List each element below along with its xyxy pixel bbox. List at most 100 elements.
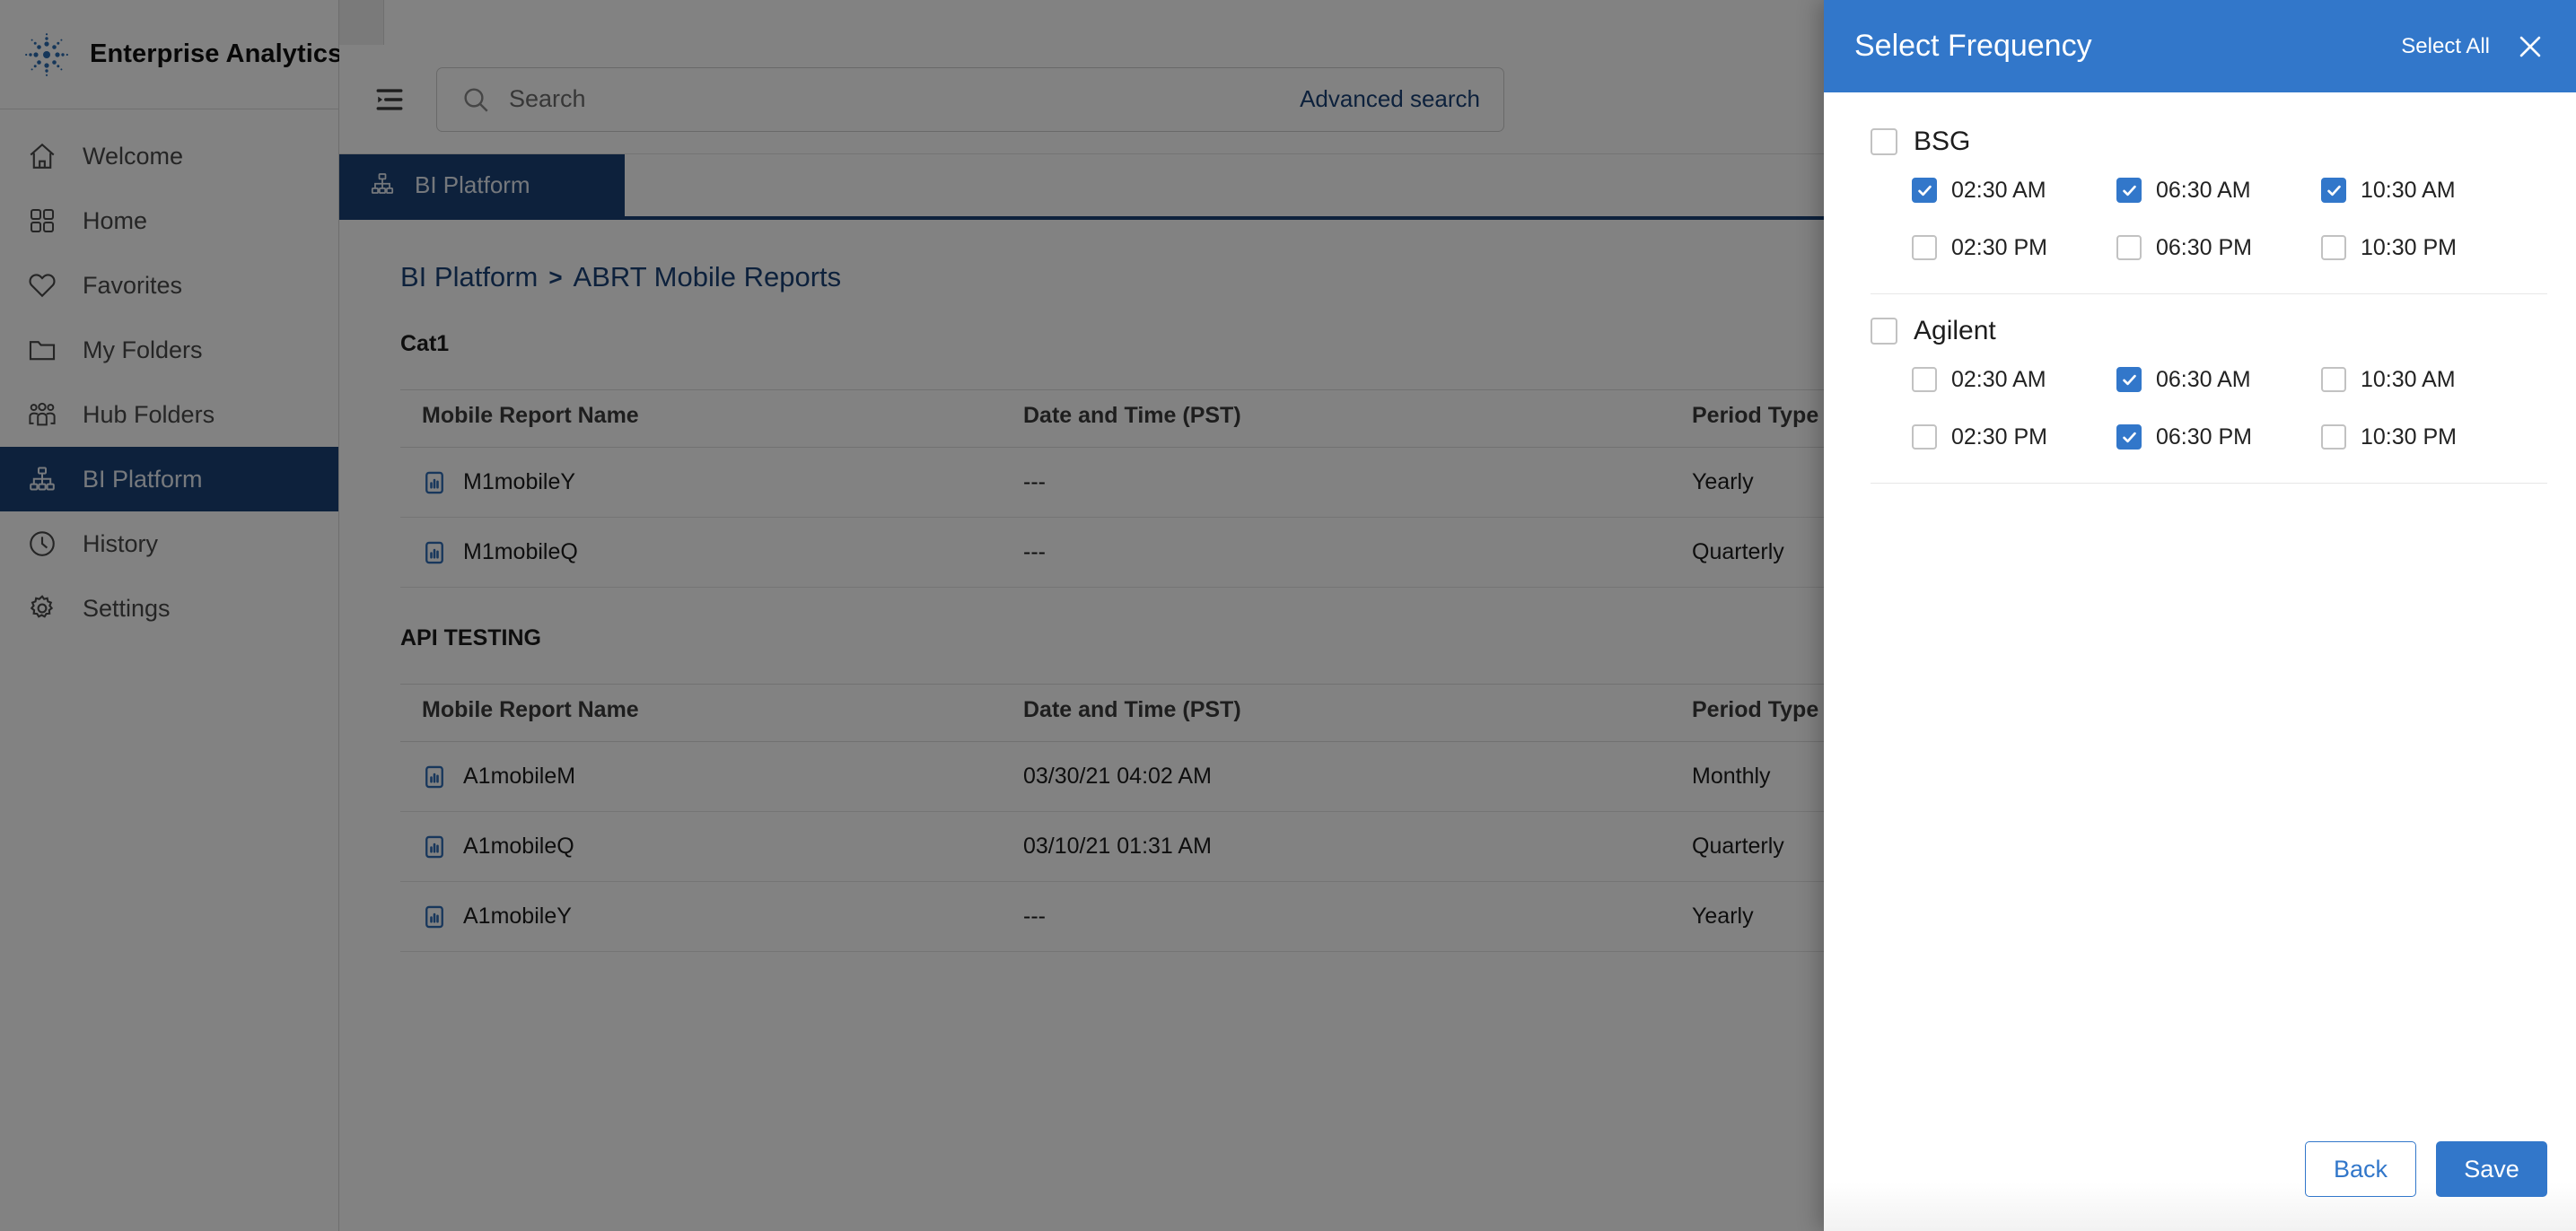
time-checkbox[interactable] [1912, 235, 1937, 260]
mobile-report-icon [422, 470, 447, 495]
search-bar[interactable]: Advanced search [436, 66, 1504, 132]
sidebar-item-my-folders[interactable]: My Folders [0, 318, 338, 382]
time-grid: 02:30 AM 06:30 AM 10:30 AM 02:30 PM 06:3… [1853, 355, 2547, 461]
tab-bi-platform[interactable]: BI Platform [339, 154, 625, 216]
time-option[interactable]: 02:30 AM [1912, 166, 2116, 214]
folder-icon [23, 331, 61, 369]
cell-datetime: --- [1002, 447, 1670, 518]
breadcrumb-item-root[interactable]: BI Platform [400, 261, 538, 293]
gear-icon [23, 589, 61, 627]
report-name-label: A1mobileM [463, 764, 576, 789]
time-checkbox[interactable] [2321, 424, 2346, 450]
time-label: 06:30 AM [2156, 366, 2251, 392]
time-checkbox[interactable] [2321, 178, 2346, 203]
cell-report-name: A1mobileM [400, 741, 1002, 812]
column-header-date: Date and Time (PST) [1002, 389, 1670, 448]
advanced-search-link[interactable]: Advanced search [1291, 85, 1480, 113]
sidebar-item-welcome[interactable]: Welcome [0, 124, 338, 188]
asterisk-starburst-logo-icon [23, 31, 70, 78]
brand-header: Enterprise Analytics [0, 0, 342, 109]
people-group-icon [23, 396, 61, 433]
cell-report-name: A1mobileY [400, 881, 1002, 952]
sidebar-item-home[interactable]: Home [0, 188, 338, 253]
cell-report-name: A1mobileQ [400, 811, 1002, 882]
time-checkbox[interactable] [2116, 424, 2142, 450]
time-option[interactable]: 02:30 PM [1912, 223, 2116, 272]
sidebar-nav: Welcome Home Favorites My Folders Hub Fo… [0, 109, 338, 641]
group-divider [1871, 483, 2547, 484]
cell-datetime: --- [1002, 517, 1670, 588]
report-name-label: A1mobileY [463, 904, 572, 929]
sidebar-item-label: My Folders [83, 336, 203, 363]
time-option[interactable]: 02:30 PM [1912, 413, 2116, 461]
sidebar-item-label: Hub Folders [83, 400, 215, 428]
time-checkbox[interactable] [1912, 178, 1937, 203]
list-indent-icon[interactable] [370, 80, 409, 119]
save-button[interactable]: Save [2436, 1141, 2547, 1197]
select-frequency-panel: Select Frequency Select All BSG 02:30 AM… [1824, 0, 2576, 1231]
time-label: 02:30 PM [1951, 423, 2048, 450]
search-icon [460, 84, 491, 115]
back-button[interactable]: Back [2305, 1141, 2416, 1197]
modal-body: BSG 02:30 AM 06:30 AM 10:30 AM 02:30 PM … [1824, 92, 2576, 1123]
sidebar-item-label: Settings [83, 594, 171, 622]
group-name-label: Agilent [1914, 316, 1996, 345]
modal-title: Select Frequency [1854, 29, 2092, 63]
close-icon[interactable] [2510, 26, 2551, 67]
time-option[interactable]: 10:30 AM [2321, 166, 2526, 214]
time-checkbox[interactable] [2321, 367, 2346, 392]
cell-datetime: 03/10/21 01:31 AM [1002, 811, 1670, 882]
column-header-date: Date and Time (PST) [1002, 684, 1670, 742]
cell-datetime: --- [1002, 881, 1670, 952]
time-option[interactable]: 10:30 PM [2321, 223, 2526, 272]
sidebar-item-favorites[interactable]: Favorites [0, 253, 338, 318]
time-checkbox[interactable] [1912, 424, 1937, 450]
group-header[interactable]: BSG [1853, 123, 2547, 166]
time-checkbox[interactable] [1912, 367, 1937, 392]
column-header-name: Mobile Report Name [400, 389, 1002, 448]
column-header-name: Mobile Report Name [400, 684, 1002, 742]
sidebar-item-label: Welcome [83, 142, 184, 170]
breadcrumb-item-current[interactable]: ABRT Mobile Reports [574, 261, 842, 293]
select-all-link[interactable]: Select All [2401, 34, 2490, 59]
time-checkbox[interactable] [2321, 235, 2346, 260]
application-window: Enterprise Analytics Welcome Home Favori… [0, 0, 2576, 1231]
group-header[interactable]: Agilent [1853, 312, 2547, 355]
sidebar-item-label: BI Platform [83, 465, 203, 493]
time-grid: 02:30 AM 06:30 AM 10:30 AM 02:30 PM 06:3… [1853, 166, 2547, 272]
report-name-label: M1mobileQ [463, 539, 578, 564]
report-name-label: A1mobileQ [463, 834, 574, 859]
brand-title: Enterprise Analytics [90, 39, 343, 68]
group-name-label: BSG [1914, 127, 1971, 156]
sidebar-item-history[interactable]: History [0, 511, 338, 576]
time-option[interactable]: 02:30 AM [1912, 355, 2116, 404]
time-label: 10:30 AM [2361, 366, 2456, 392]
sidebar-item-hub-folders[interactable]: Hub Folders [0, 382, 338, 447]
time-checkbox[interactable] [2116, 367, 2142, 392]
mobile-report-icon [422, 834, 447, 860]
content-left-gutter [339, 0, 384, 45]
time-label: 10:30 PM [2361, 423, 2458, 450]
search-input[interactable] [509, 85, 1274, 113]
sidebar-item-settings[interactable]: Settings [0, 576, 338, 641]
time-option[interactable]: 10:30 PM [2321, 413, 2526, 461]
sidebar-item-label: Home [83, 206, 148, 234]
time-checkbox[interactable] [2116, 178, 2142, 203]
grid-squares-icon [23, 202, 61, 240]
time-checkbox[interactable] [2116, 235, 2142, 260]
modal-header: Select Frequency Select All [1824, 0, 2576, 92]
time-option[interactable]: 06:30 AM [2116, 355, 2321, 404]
modal-footer: Back Save [1824, 1123, 2576, 1231]
time-option[interactable]: 10:30 AM [2321, 355, 2526, 404]
group-checkbox-bsg[interactable] [1871, 128, 1897, 155]
sidebar-item-label: History [83, 529, 159, 557]
sidebar-item-bi-platform[interactable]: BI Platform [0, 447, 338, 511]
heart-icon [23, 266, 61, 304]
time-option[interactable]: 06:30 PM [2116, 223, 2321, 272]
clock-icon [23, 525, 61, 563]
org-chart-icon [23, 460, 61, 498]
time-option[interactable]: 06:30 PM [2116, 413, 2321, 461]
sidebar: Enterprise Analytics Welcome Home Favori… [0, 0, 342, 1231]
time-option[interactable]: 06:30 AM [2116, 166, 2321, 214]
group-checkbox-agilent[interactable] [1871, 318, 1897, 345]
